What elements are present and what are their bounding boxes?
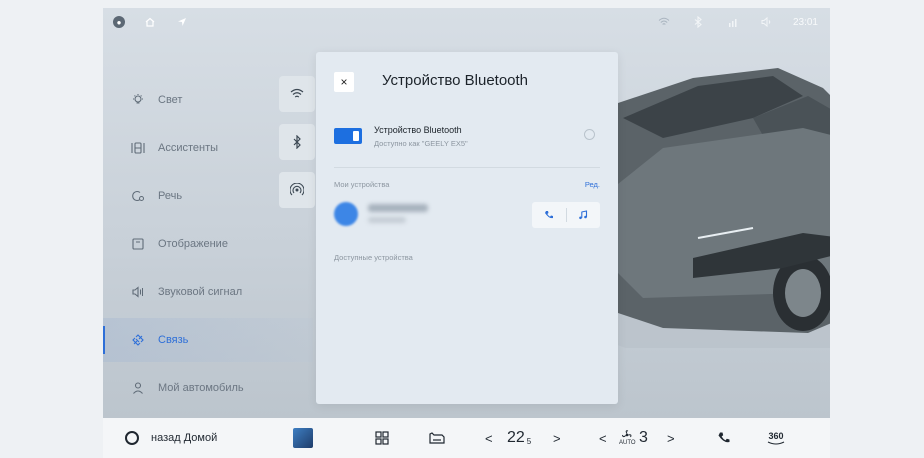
car-illustration <box>603 68 830 348</box>
bluetooth-icon <box>691 15 705 29</box>
fan-mode: AUTO <box>619 418 636 458</box>
menu-item-label: Свет <box>158 94 183 106</box>
device-name-blurred[interactable] <box>368 204 428 212</box>
divider <box>334 167 600 168</box>
wifi-toggle-button[interactable] <box>279 76 315 112</box>
home-icon[interactable] <box>143 15 157 29</box>
edit-link[interactable]: Ред. <box>585 180 600 189</box>
temp-decrease-button[interactable]: < <box>485 418 493 458</box>
fan-mode-label: AUTO <box>619 440 636 446</box>
chevron-left-icon: < <box>485 430 493 446</box>
person-icon <box>130 380 146 396</box>
active-indicator <box>103 326 105 354</box>
menu-item-label: Речь <box>158 190 183 202</box>
bottom-dock: назад Домой < 22 5 > < AUTO 3 > 360 <box>103 418 830 458</box>
apps-button[interactable] <box>375 418 389 458</box>
menu-item-label: Связь <box>158 334 189 346</box>
phone-icon <box>544 211 553 219</box>
menu-item-connection[interactable]: Связь <box>103 318 313 362</box>
loading-spinner-icon <box>584 129 595 140</box>
temp-increase-button[interactable]: > <box>553 418 561 458</box>
home-button[interactable]: назад Домой <box>125 418 217 458</box>
bluetooth-dialog: × Устройство Bluetooth Устройство Blueto… <box>316 52 618 404</box>
cellular-4g-icon <box>725 15 739 29</box>
bluetooth-toggle-button[interactable] <box>279 124 315 160</box>
device-avatar <box>334 202 358 226</box>
speech-icon <box>130 188 146 204</box>
menu-item-label: Ассистенты <box>158 142 219 154</box>
menu-item-label: Отображение <box>158 238 228 250</box>
light-icon <box>130 92 146 108</box>
media-thumbnail[interactable] <box>293 418 313 458</box>
menu-item-my-car[interactable]: Мой автомобиль <box>103 366 313 410</box>
fan-icon <box>622 430 632 438</box>
chevron-right-icon: > <box>553 430 561 446</box>
navigation-arrow-icon[interactable] <box>175 15 189 29</box>
wifi-icon <box>657 15 671 29</box>
car-settings-button[interactable] <box>429 418 445 458</box>
menu-item-display[interactable]: Отображение <box>103 222 313 266</box>
chevron-right-icon: > <box>667 430 675 446</box>
phone-icon <box>718 432 730 443</box>
dialog-title: Устройство Bluetooth <box>382 72 529 89</box>
available-devices-label: Доступные устройства <box>334 253 413 262</box>
clock: 23:01 <box>792 16 818 28</box>
display-icon <box>130 236 146 252</box>
home-circle-icon <box>125 431 139 445</box>
temperature-display: 22 5 <box>507 418 531 458</box>
bluetooth-icon <box>293 135 301 149</box>
album-art <box>293 428 313 448</box>
fan-speed-display: 3 <box>639 418 648 458</box>
status-bar: ● 23:01 <box>103 8 830 36</box>
camera-360-label: 360 <box>768 430 784 441</box>
bluetooth-name: Устройство Bluetooth <box>374 125 462 135</box>
user-badge-icon[interactable]: ● <box>113 16 125 28</box>
switch-knob <box>353 131 359 141</box>
close-button[interactable]: × <box>334 72 354 92</box>
my-devices-label: Мои устройства <box>334 180 390 189</box>
music-icon <box>579 210 588 220</box>
bluetooth-switch[interactable] <box>334 128 362 144</box>
home-label: назад Домой <box>151 432 218 444</box>
phone-button[interactable] <box>532 210 566 220</box>
menu-item-label: Звуковой сигнал <box>158 286 243 298</box>
fan-speed-value: 3 <box>639 429 648 446</box>
temperature-decimal: 5 <box>526 436 532 446</box>
bluetooth-visibility: Доступно как "GEELY EX5" <box>374 139 468 148</box>
apps-grid-icon <box>375 431 389 445</box>
menu-item-sound[interactable]: Звуковой сигнал <box>103 270 313 314</box>
chevron-left-icon: < <box>599 430 607 446</box>
sound-icon <box>130 284 146 300</box>
hotspot-toggle-button[interactable] <box>279 172 315 208</box>
rotate-360-icon <box>767 441 785 445</box>
hotspot-icon <box>290 183 304 196</box>
status-bar-left: ● <box>113 8 189 36</box>
menu-item-label: Мой автомобиль <box>158 382 244 394</box>
head-unit-screen: ● 23:01 Свет Ассистенты Речь Отображение… <box>103 8 830 418</box>
device-status-blurred <box>368 217 406 223</box>
phone-dock-button[interactable] <box>717 418 731 458</box>
connection-icon <box>130 332 146 348</box>
temperature-value: 22 <box>507 429 525 446</box>
fan-increase-button[interactable]: > <box>667 418 675 458</box>
music-button[interactable] <box>567 210 601 220</box>
volume-icon <box>759 15 773 29</box>
status-bar-right: 23:01 <box>657 8 818 36</box>
camera-360-button[interactable]: 360 <box>767 418 785 458</box>
device-actions <box>532 202 600 228</box>
car-icon <box>429 432 445 444</box>
assistant-icon <box>130 140 146 156</box>
fan-decrease-button[interactable]: < <box>599 418 607 458</box>
wifi-icon <box>290 88 304 98</box>
